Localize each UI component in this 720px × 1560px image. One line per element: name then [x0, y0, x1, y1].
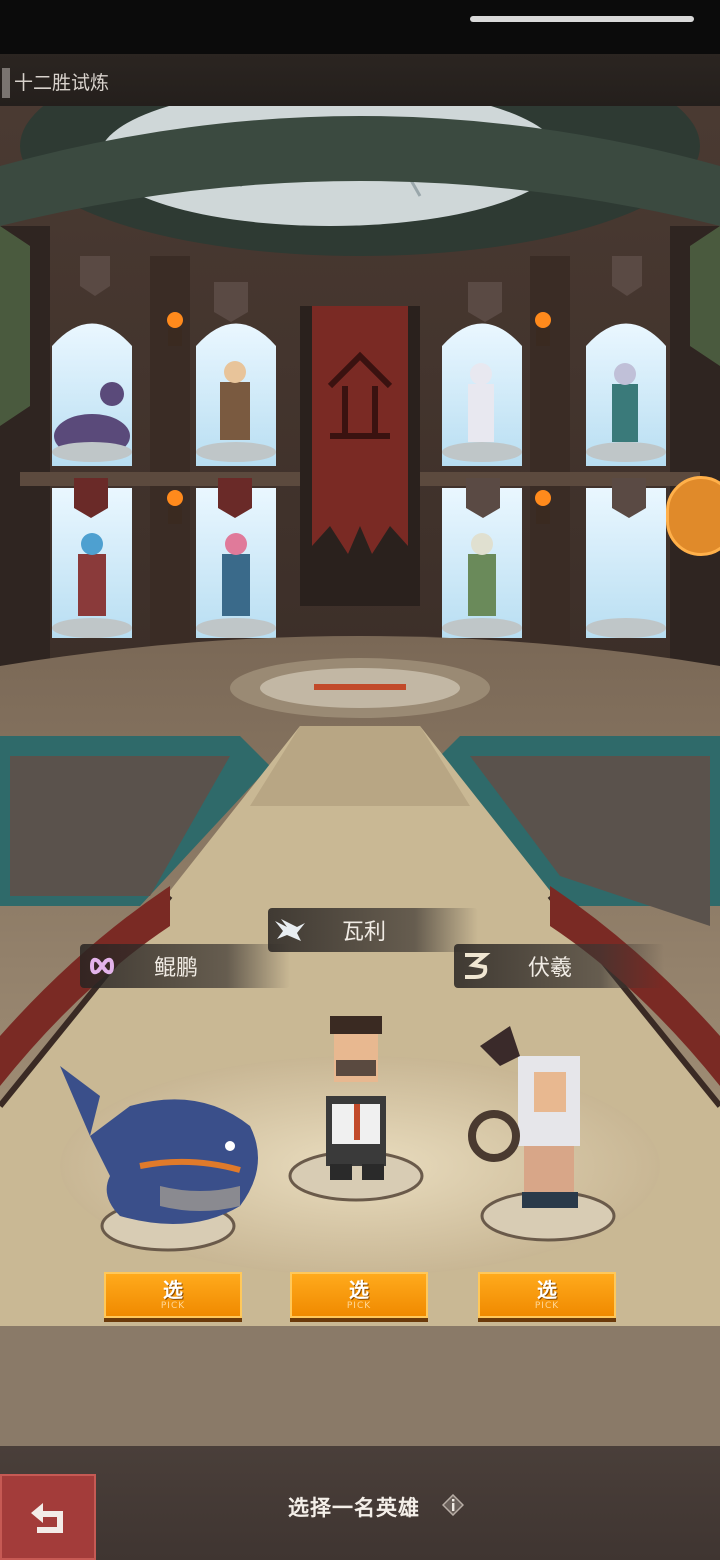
pick-label: 选: [163, 1278, 183, 1302]
side-hero-avatar[interactable]: [666, 476, 720, 556]
pick-sublabel: PICK: [534, 1301, 560, 1311]
arena-scene: 鲲鹏 瓦利 伏羲: [0, 106, 720, 1446]
hero-name-fuxi: 伏羲: [528, 956, 573, 981]
hero-tag-fuxi: 伏羲: [454, 944, 664, 988]
return-arrow-icon: [31, 1503, 63, 1533]
hero-wali-sprite: [326, 1016, 386, 1180]
gesture-handle: [470, 16, 694, 22]
hero-name-wali: 瓦利: [342, 920, 387, 945]
hero-tag-wali: 瓦利: [268, 908, 478, 952]
page-title: 十二胜试炼: [14, 72, 110, 94]
title-bar: 十二胜试炼: [0, 54, 720, 106]
pick-button-wali[interactable]: 选 PICK: [290, 1272, 428, 1318]
instruction-text: 选择一名英雄: [288, 1496, 420, 1520]
pick-label: 选: [537, 1278, 557, 1302]
bird-emblem-icon: [268, 908, 312, 952]
hero-name-kunpeng: 鲲鹏: [154, 956, 199, 981]
bottom-bar: 选择一名英雄: [0, 1446, 720, 1560]
game-screen: 十二胜试炼 鲲鹏 瓦利 伏羲 选 PICK 选 PICK 选 PICK 选择一名…: [0, 0, 720, 1560]
pick-label: 选: [349, 1278, 369, 1302]
serpent-emblem-icon: [454, 944, 498, 988]
pick-button-kunpeng[interactable]: 选 PICK: [104, 1272, 242, 1318]
back-button[interactable]: [0, 1474, 96, 1560]
status-bar: [0, 0, 720, 54]
info-icon[interactable]: [442, 1494, 464, 1516]
hero-tag-kunpeng: 鲲鹏: [80, 944, 290, 988]
pick-sublabel: PICK: [160, 1301, 186, 1311]
title-marker: [2, 68, 10, 98]
pick-button-fuxi[interactable]: 选 PICK: [478, 1272, 616, 1318]
arena-background: [0, 106, 720, 1446]
pick-sublabel: PICK: [346, 1301, 372, 1311]
infinity-emblem-icon: [80, 944, 124, 988]
